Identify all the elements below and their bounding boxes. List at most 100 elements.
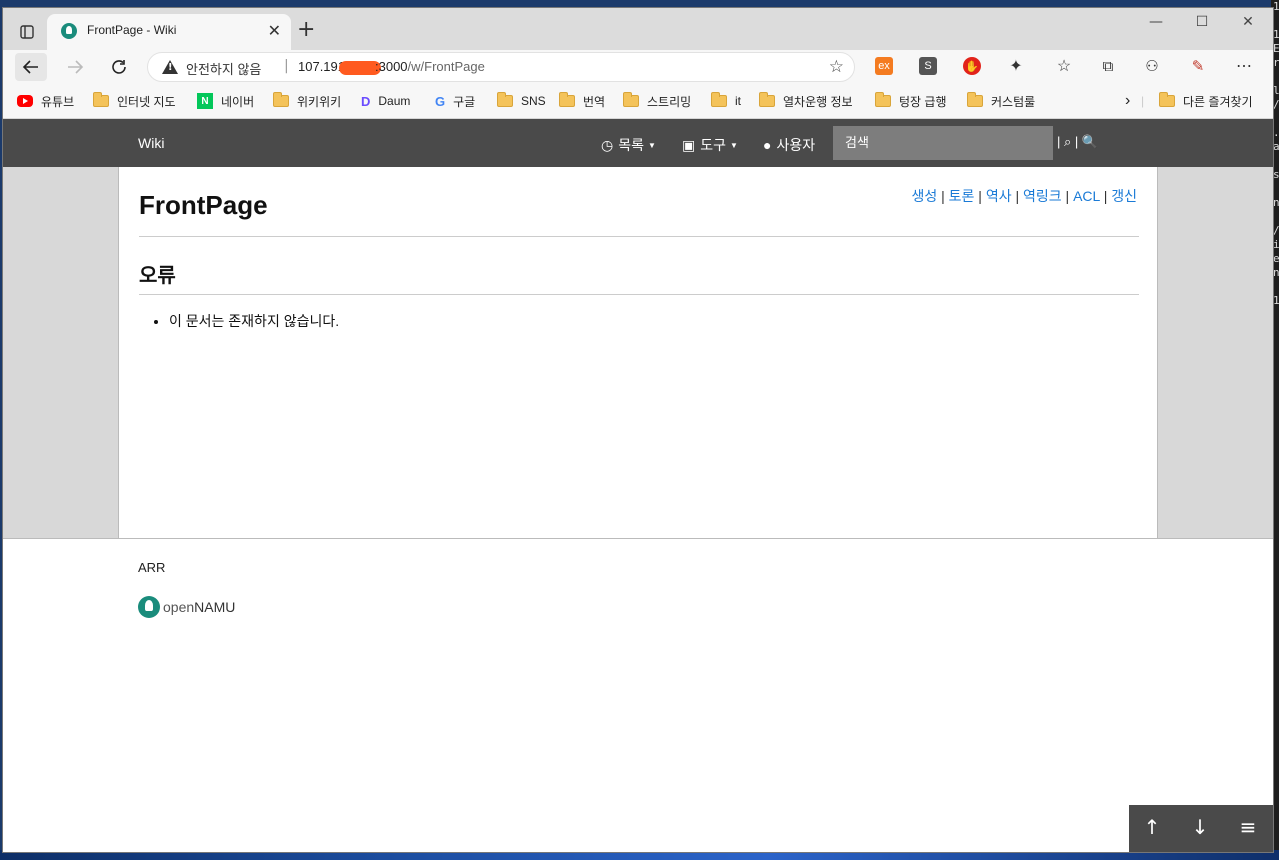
wiki-footer: ARR openNAMU bbox=[3, 538, 1273, 852]
nav-list-menu[interactable]: ◷ 목록 ▼ bbox=[601, 135, 656, 155]
tool-acl-link[interactable]: ACL bbox=[1073, 188, 1100, 204]
tab-close-icon[interactable]: ✕ bbox=[268, 21, 281, 40]
section-divider bbox=[139, 294, 1139, 295]
nav-tools-label: 도구 bbox=[700, 137, 726, 153]
floating-nav: ↑ ↓ ≡ bbox=[1129, 805, 1273, 852]
wiki-brand-link[interactable]: Wiki bbox=[138, 135, 164, 151]
nav-user-menu[interactable]: ● 사용자 bbox=[763, 135, 815, 155]
bookmark-folder-streaming[interactable]: 스트리밍 bbox=[623, 92, 691, 110]
title-divider bbox=[139, 236, 1139, 237]
nav-user-label: 사용자 bbox=[776, 137, 816, 153]
tool-history-link[interactable]: 역사 bbox=[986, 188, 1012, 204]
folder-icon bbox=[273, 92, 289, 107]
terminal-text: 1 1 E r l / . a s n / i e n 1 bbox=[1273, 0, 1279, 307]
extension-ex-icon[interactable]: ex bbox=[875, 57, 893, 75]
page-title: FrontPage bbox=[139, 190, 268, 220]
bookmark-label: 위키위키 bbox=[297, 94, 342, 109]
bookmark-folder-translate[interactable]: 번역 bbox=[559, 92, 605, 110]
scroll-down-icon[interactable]: ↓ bbox=[1185, 815, 1215, 843]
bookmark-folder-wiki[interactable]: 위키위키 bbox=[273, 92, 341, 110]
folder-icon bbox=[711, 92, 727, 107]
bookmark-folder-map[interactable]: 인터넷 지도 bbox=[93, 92, 176, 110]
bookmark-folder-it[interactable]: it bbox=[711, 92, 741, 110]
folder-icon bbox=[623, 92, 639, 107]
add-favorite-star-icon[interactable]: ☆ bbox=[829, 57, 844, 77]
bookmark-naver[interactable]: N 네이버 bbox=[197, 92, 254, 110]
url-host: 107.191 bbox=[298, 59, 345, 74]
bookmark-label: 텅장 급행 bbox=[899, 94, 947, 109]
bookmark-label: 유튜브 bbox=[41, 94, 75, 109]
bookmark-label: 구글 bbox=[453, 94, 476, 109]
url-port: :3000 bbox=[375, 59, 408, 74]
minimize-button[interactable]: — bbox=[1133, 14, 1179, 36]
bookmark-label: 네이버 bbox=[221, 94, 255, 109]
bookmark-label: 인터넷 지도 bbox=[117, 94, 176, 109]
bookmark-folder-custom[interactable]: 커스텀룰 bbox=[967, 92, 1035, 110]
tool-refresh-link[interactable]: 갱신 bbox=[1111, 188, 1137, 204]
daum-icon: D bbox=[361, 93, 371, 109]
profile-sync-icon[interactable]: ⚇ bbox=[1143, 57, 1161, 75]
bookmark-youtube[interactable]: 유튜브 bbox=[17, 92, 74, 110]
back-arrow-icon bbox=[22, 60, 38, 74]
folder-icon bbox=[875, 92, 891, 107]
browser-window: FrontPage - Wiki ✕ + — ☐ ✕ 안전하지 않음 | 107… bbox=[3, 8, 1273, 852]
reload-button[interactable] bbox=[103, 53, 135, 81]
bookmarks-overflow-chevron-icon[interactable]: › bbox=[1125, 92, 1130, 110]
bookmark-label: 커스텀룰 bbox=[991, 94, 1036, 109]
bookmark-daum[interactable]: D Daum bbox=[361, 92, 410, 110]
toc-icon[interactable]: ≡ bbox=[1233, 815, 1263, 843]
extension-paint-icon[interactable]: ✎ bbox=[1189, 57, 1207, 75]
nav-tools-menu[interactable]: ▣ 도구 ▼ bbox=[682, 135, 738, 155]
search-tools[interactable]: | ⌕ | 🔍 bbox=[1057, 134, 1098, 150]
close-window-button[interactable]: ✕ bbox=[1225, 14, 1271, 36]
url-path: /w/FrontPage bbox=[407, 59, 485, 74]
new-tab-button[interactable]: + bbox=[297, 19, 315, 41]
scroll-up-icon[interactable]: ↑ bbox=[1137, 815, 1167, 843]
tool-discuss-link[interactable]: 토론 bbox=[949, 188, 975, 204]
bookmark-label: SNS bbox=[521, 94, 546, 108]
opennamu-logo[interactable]: openNAMU bbox=[138, 596, 235, 618]
extensions-puzzle-icon[interactable]: ✦ bbox=[1007, 57, 1025, 75]
bookmarks-bar: 유튜브 인터넷 지도 N 네이버 위키위키 D Daum G 구글 SNS 번역 스트… bbox=[3, 84, 1273, 119]
bookmark-folder-sns[interactable]: SNS bbox=[497, 92, 546, 110]
bookmark-google[interactable]: G 구글 bbox=[435, 92, 475, 110]
folder-icon bbox=[1159, 92, 1175, 107]
forward-button[interactable] bbox=[59, 53, 91, 81]
bookmark-folder-bank[interactable]: 텅장 급행 bbox=[875, 92, 947, 110]
page-tools: 생성 | 토론 | 역사 | 역링크 | ACL | 갱신 bbox=[911, 188, 1137, 204]
maximize-button[interactable]: ☐ bbox=[1179, 14, 1225, 36]
tab-frontpage[interactable]: FrontPage - Wiki ✕ bbox=[47, 14, 291, 50]
tool-backlink-link[interactable]: 역링크 bbox=[1023, 188, 1062, 204]
folder-icon bbox=[93, 92, 109, 107]
web-page: Wiki ◷ 목록 ▼ ▣ 도구 ▼ ● 사용자 검색 | ⌕ | 🔍 FrontPage… bbox=[3, 119, 1273, 852]
error-list: 이 문서는 존재하지 않습니다. bbox=[139, 311, 339, 331]
more-menu-icon[interactable]: ⋯ bbox=[1235, 57, 1253, 75]
collections-icon[interactable]: ⧉ bbox=[1099, 57, 1117, 75]
logo-text: openNAMU bbox=[163, 599, 235, 615]
address-bar[interactable]: 안전하지 않음 | 107.191 :3000/w/FrontPage ☆ bbox=[147, 52, 855, 82]
tab-actions-icon bbox=[20, 25, 34, 39]
opennamu-favicon-icon bbox=[61, 23, 77, 39]
url-text: 107.191 :3000/w/FrontPage bbox=[298, 59, 485, 75]
tab-actions-button[interactable] bbox=[11, 18, 43, 46]
back-button[interactable] bbox=[15, 53, 47, 81]
browser-toolbar: 안전하지 않음 | 107.191:3000/w/FrontPage ☆ ex … bbox=[3, 50, 1273, 84]
nav-list-label: 목록 bbox=[618, 137, 644, 153]
bookmark-label: Daum bbox=[378, 94, 411, 108]
folder-icon bbox=[559, 92, 575, 107]
extension-adblock-icon[interactable]: ✋ bbox=[963, 57, 981, 75]
security-label: 안전하지 않음 bbox=[186, 62, 262, 77]
wiki-navbar: Wiki ◷ 목록 ▼ ▣ 도구 ▼ ● 사용자 검색 | ⌕ | 🔍 bbox=[3, 119, 1273, 167]
logo-text-namu: NAMU bbox=[194, 599, 236, 615]
address-separator: | bbox=[284, 58, 289, 74]
error-message: 이 문서는 존재하지 않습니다. bbox=[169, 311, 339, 331]
folder-icon bbox=[967, 92, 983, 107]
bookmark-folder-train[interactable]: 열차운행 정보 bbox=[759, 92, 853, 110]
other-bookmarks[interactable]: 다른 즐겨찾기 bbox=[1159, 92, 1253, 110]
search-input[interactable]: 검색 bbox=[833, 126, 1053, 160]
extension-s-icon[interactable]: S bbox=[919, 57, 937, 75]
favorites-icon[interactable]: ☆ bbox=[1055, 57, 1073, 75]
bookmark-label: it bbox=[735, 94, 741, 108]
naver-icon: N bbox=[197, 93, 213, 109]
tool-create-link[interactable]: 생성 bbox=[911, 188, 937, 204]
